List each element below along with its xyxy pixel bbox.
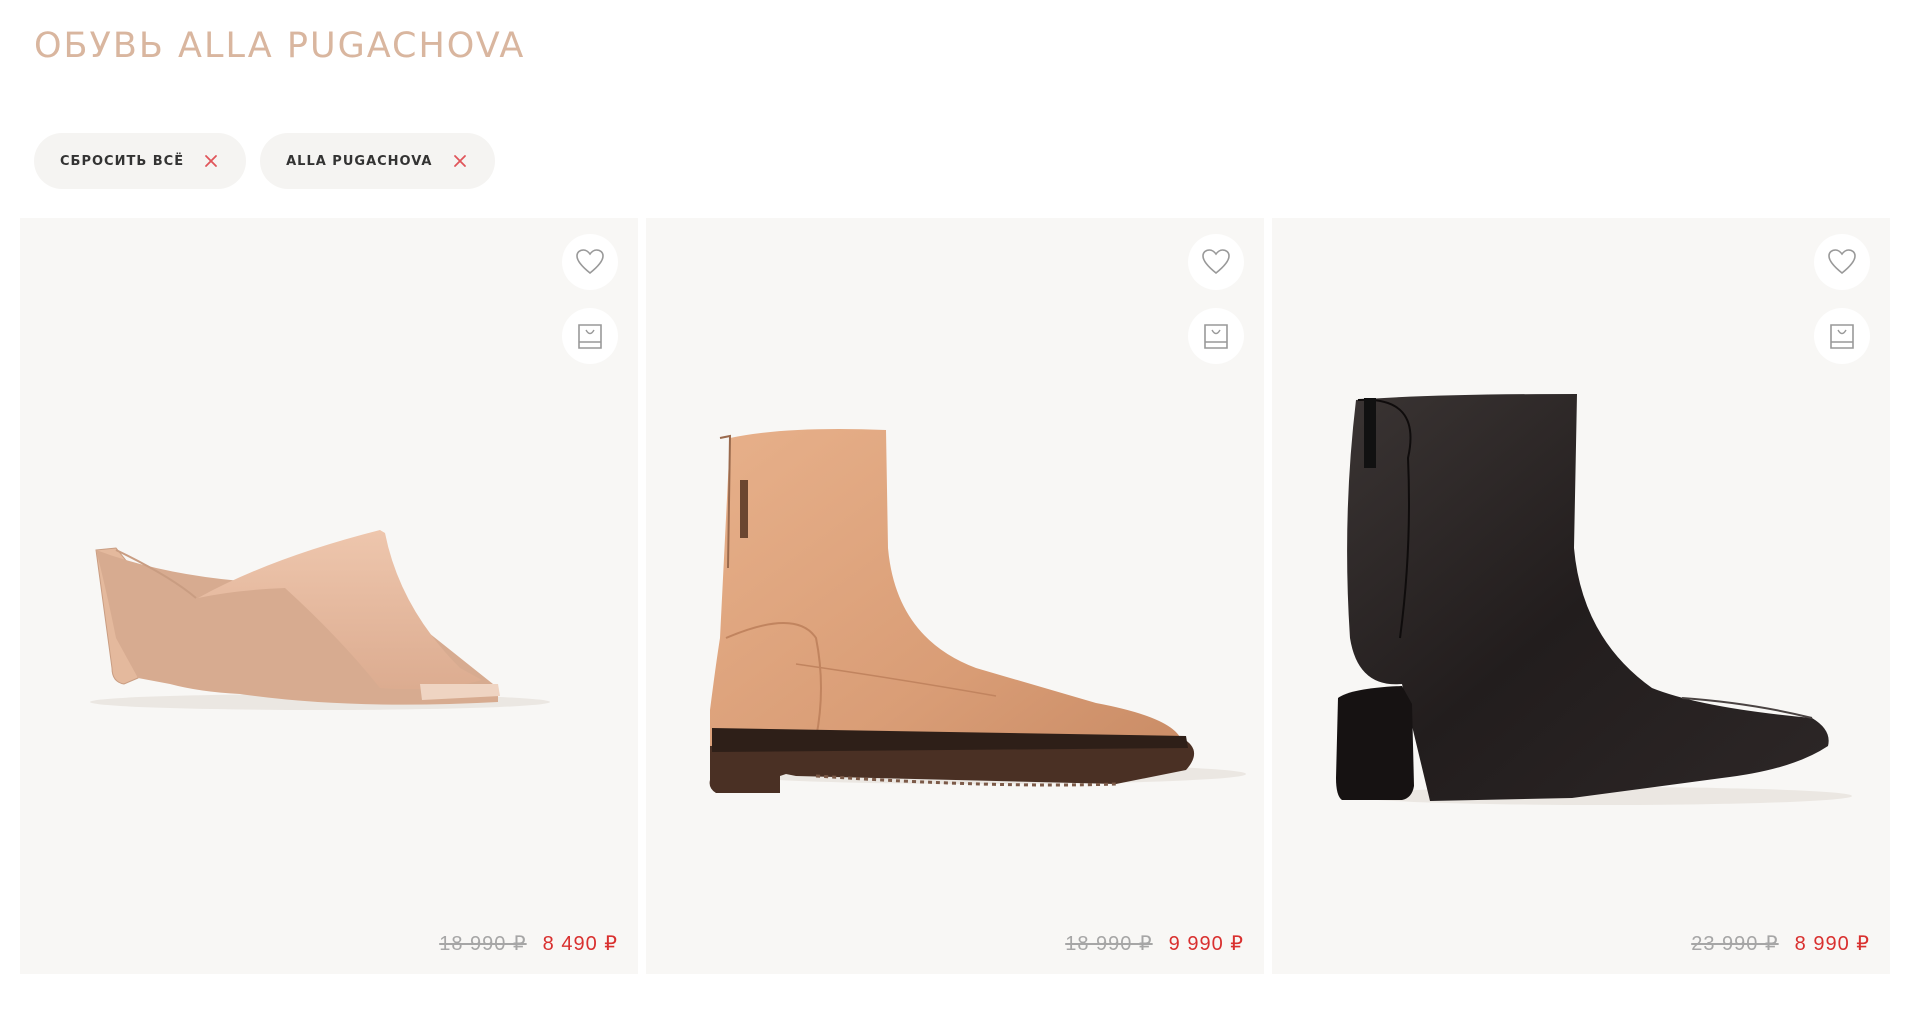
sale-price: 8 490 ₽ [542, 933, 618, 955]
active-filters: СБРОСИТЬ ВСЁ ALLA PUGACHOVA [34, 133, 495, 189]
add-to-favorites-button[interactable] [1814, 234, 1870, 290]
page-title: ОБУВЬ ALLA PUGACHOVA [34, 26, 526, 66]
shopping-bag-icon [578, 324, 602, 349]
product-image-mule[interactable] [20, 218, 638, 974]
chip-label: СБРОСИТЬ ВСЁ [60, 153, 185, 169]
sale-price: 9 990 ₽ [1168, 933, 1244, 955]
heart-icon [1202, 249, 1230, 275]
product-image-black-boot[interactable] [1272, 218, 1890, 974]
product-image-tan-boot[interactable] [646, 218, 1264, 974]
sale-price: 8 990 ₽ [1794, 933, 1870, 955]
old-price: 23 990 ₽ [1691, 933, 1779, 955]
add-to-cart-button[interactable] [1814, 308, 1870, 364]
product-card[interactable]: 23 990 ₽ 8 990 ₽ [1272, 218, 1890, 974]
product-grid: 18 990 ₽ 8 490 ₽ 18 990 ₽ 9 990 ₽ 23 990… [20, 218, 1890, 974]
close-icon[interactable] [453, 154, 467, 168]
add-to-favorites-button[interactable] [1188, 234, 1244, 290]
price-block: 23 990 ₽ 8 990 ₽ [1691, 931, 1870, 956]
chip-label: ALLA PUGACHOVA [286, 153, 433, 169]
reset-all-filter-chip[interactable]: СБРОСИТЬ ВСЁ [34, 133, 247, 189]
price-block: 18 990 ₽ 8 490 ₽ [439, 931, 618, 956]
old-price: 18 990 ₽ [1065, 933, 1153, 955]
heart-icon [576, 249, 604, 275]
old-price: 18 990 ₽ [439, 933, 527, 955]
shopping-bag-icon [1830, 324, 1854, 349]
add-to-cart-button[interactable] [1188, 308, 1244, 364]
shopping-bag-icon [1204, 324, 1228, 349]
product-card[interactable]: 18 990 ₽ 8 490 ₽ [20, 218, 638, 974]
product-card[interactable]: 18 990 ₽ 9 990 ₽ [646, 218, 1264, 974]
brand-filter-chip[interactable]: ALLA PUGACHOVA [260, 133, 495, 189]
add-to-favorites-button[interactable] [562, 234, 618, 290]
heart-icon [1828, 249, 1856, 275]
price-block: 18 990 ₽ 9 990 ₽ [1065, 931, 1244, 956]
close-icon[interactable] [204, 154, 218, 168]
add-to-cart-button[interactable] [562, 308, 618, 364]
